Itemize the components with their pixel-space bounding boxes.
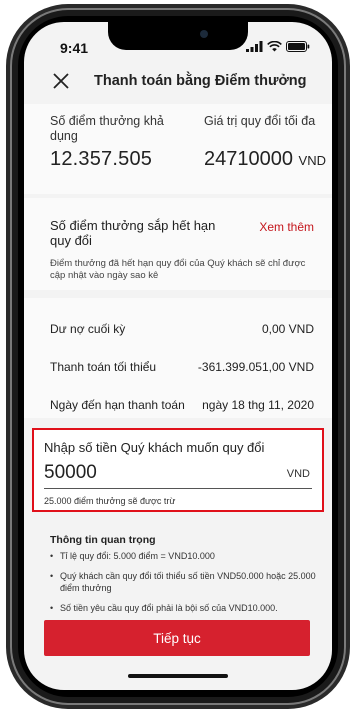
important-info-list: Tỉ lệ quy đổi: 5.000 điểm = VND10.000 Qu… <box>50 550 320 622</box>
signal-icon <box>246 41 263 52</box>
list-item: Quý khách cần quy đổi tối thiểu số tiền … <box>50 570 320 594</box>
available-points-value: 12.357.505 <box>50 148 153 170</box>
list-item: Tỉ lệ quy đổi: 5.000 điểm = VND10.000 <box>50 550 320 562</box>
expiring-points-note: Điểm thưởng đã hết hạn quy đổi của Quý k… <box>50 258 306 281</box>
close-icon[interactable] <box>52 72 70 90</box>
minimum-payment-label: Thanh toán tối thiểu <box>50 360 157 374</box>
due-date-value: ngày 18 thg 11, 2020 <box>202 398 314 412</box>
statement-row: Thanh toán tối thiểu -361.399.051,00 VND <box>50 360 314 378</box>
redeem-amount-input[interactable] <box>44 462 284 484</box>
statement-row: Dư nợ cuối kỳ 0,00 VND <box>50 322 314 340</box>
max-value-unit: VND <box>298 153 326 168</box>
expiring-points-section: Số điểm thưởng sắp hết hạn quy đổi Xem t… <box>24 198 332 290</box>
redeem-amount-box: Nhập số tiền Quý khách muốn quy đổi VND … <box>32 428 324 512</box>
status-bar: 9:41 <box>24 22 332 66</box>
redeem-amount-label: Nhập số tiền Quý khách muốn quy đổi <box>44 440 265 455</box>
minimum-payment-value: -361.399.051,00 VND <box>197 360 314 374</box>
continue-button[interactable]: Tiếp tục <box>44 620 310 656</box>
closing-balance-label: Dư nợ cuối kỳ <box>50 322 126 336</box>
phone-screen: 9:41 Thanh toán bằng Điểm thưởng Số điểm… <box>24 22 332 690</box>
page-title: Thanh toán bằng Điểm thưởng <box>94 73 307 89</box>
app-header: Thanh toán bằng Điểm thưởng <box>24 68 332 100</box>
max-value-label: Giá trị quy đổi tối đa <box>204 114 316 128</box>
points-summary: Số điểm thưởng khả dụng Giá trị quy đổi … <box>24 104 332 194</box>
view-more-link[interactable]: Xem thêm <box>259 220 314 234</box>
expiring-points-title: Số điểm thưởng sắp hết hạn quy đổi <box>50 218 216 248</box>
important-info: Thông tin quan trọng Tỉ lệ quy đổi: 5.00… <box>24 520 332 630</box>
important-info-title: Thông tin quan trọng <box>50 534 156 546</box>
available-points-label: Số điểm thưởng khả dụng <box>50 114 164 143</box>
points-deducted-hint: 25.000 điểm thưởng sẽ được trừ <box>44 496 176 506</box>
max-value-amount: 24710000 <box>204 148 293 170</box>
status-time: 9:41 <box>60 40 89 56</box>
battery-icon <box>286 41 310 52</box>
due-date-label: Ngày đến hạn thanh toán <box>50 398 185 412</box>
max-value: 24710000 VND <box>204 148 326 171</box>
statement-row: Ngày đến hạn thanh toán ngày 18 thg 11, … <box>50 398 314 416</box>
input-underline <box>44 488 312 489</box>
status-icons <box>246 41 310 52</box>
redeem-amount-unit: VND <box>286 468 310 480</box>
list-item: Số tiền yêu cầu quy đổi phải là bội số c… <box>50 602 320 614</box>
closing-balance-value: 0,00 VND <box>261 322 314 336</box>
wifi-icon <box>267 41 282 52</box>
home-indicator[interactable] <box>128 674 228 678</box>
statement-summary: Dư nợ cuối kỳ 0,00 VND Thanh toán tối th… <box>24 298 332 418</box>
